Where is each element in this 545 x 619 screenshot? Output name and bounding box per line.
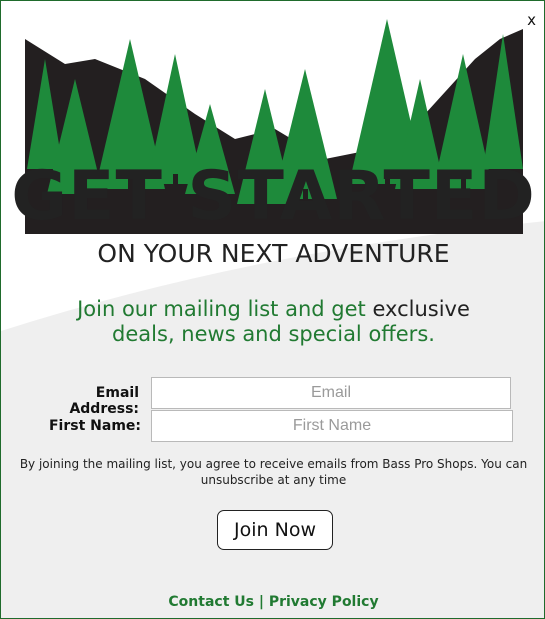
promo-text-line2: deals, news and special offers. <box>112 322 435 346</box>
close-icon[interactable]: x <box>527 13 536 28</box>
email-label: Email Address: <box>69 385 139 417</box>
privacy-policy-link[interactable]: Privacy Policy <box>269 594 379 610</box>
footer-links: Contact Us | Privacy Policy <box>1 594 544 610</box>
promo-text-dark: exclusive <box>372 297 470 321</box>
subheadline: ON YOUR NEXT ADVENTURE <box>97 239 450 268</box>
join-now-button[interactable]: Join Now <box>217 510 333 550</box>
promo-text-green: Join our mailing list and get <box>77 297 366 321</box>
legal-disclaimer: By joining the mailing list, you agree t… <box>19 457 528 487</box>
first-name-label: First Name: <box>48 418 141 434</box>
headline: GET STARTED <box>11 157 536 236</box>
email-input[interactable] <box>151 377 511 409</box>
first-name-input[interactable] <box>151 410 513 442</box>
footer-separator: | <box>258 594 264 610</box>
promo-text: Join our mailing list and get exclusive … <box>1 297 544 347</box>
mailing-list-modal: x GET STARTED ON YOUR NEXT ADVENTURE Joi… <box>0 0 545 619</box>
contact-us-link[interactable]: Contact Us <box>168 594 254 610</box>
